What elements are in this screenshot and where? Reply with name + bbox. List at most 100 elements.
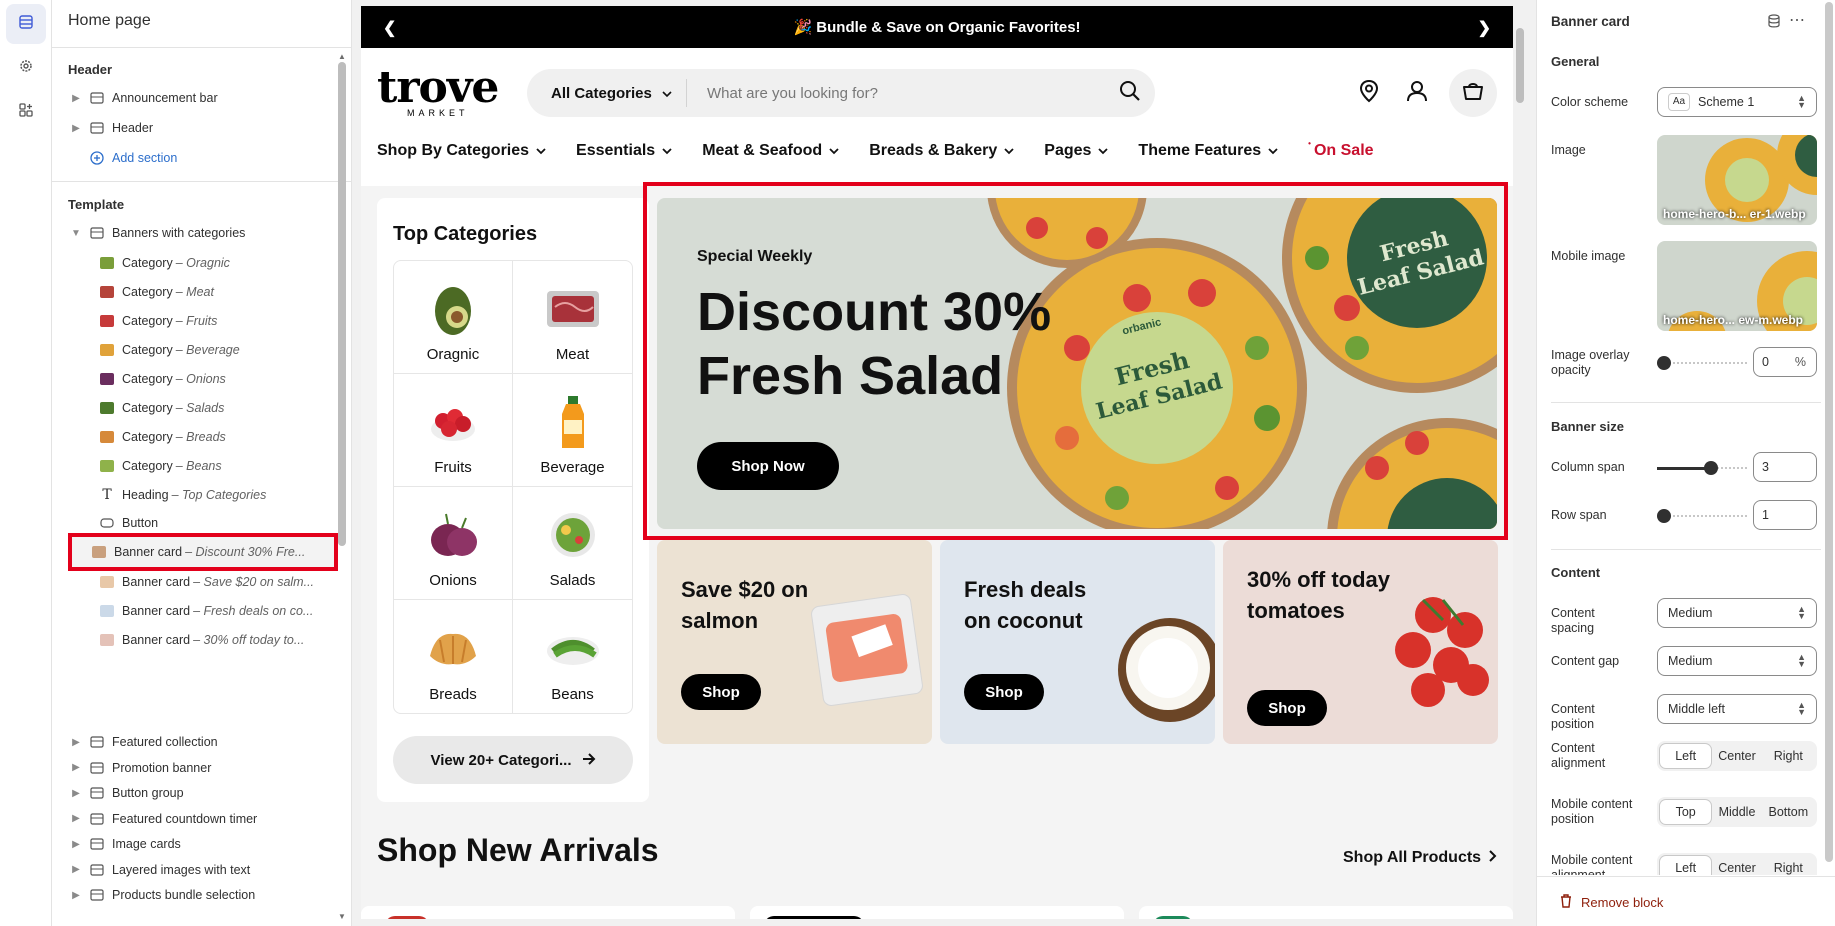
- row-span-slider[interactable]: [1657, 509, 1747, 523]
- category-select[interactable]: All Categories: [527, 79, 687, 107]
- chevron-right-icon[interactable]: ❯: [1478, 18, 1491, 38]
- align-left-option[interactable]: Left: [1660, 744, 1712, 768]
- remove-block-button[interactable]: Remove block: [1559, 893, 1663, 911]
- image-picker[interactable]: home-hero-b... er-1.webp: [1657, 135, 1817, 225]
- search-input[interactable]: What are you looking for?: [687, 85, 1105, 102]
- nav-item[interactable]: Breads & Bakery: [869, 142, 1014, 160]
- cart-button[interactable]: [1449, 69, 1497, 117]
- block-item[interactable]: Category – Fruits: [68, 307, 342, 335]
- preview-scrollbar[interactable]: [1516, 28, 1524, 103]
- promo-card-salmon[interactable]: Save $20 on salmon Shop: [657, 540, 932, 744]
- section-header[interactable]: ▶ Header: [68, 114, 342, 142]
- chevron-right-icon[interactable]: ▶: [68, 762, 84, 773]
- product-card[interactable]: [361, 906, 735, 919]
- category-tile[interactable]: Fruits: [394, 374, 513, 487]
- block-item[interactable]: Banner card – Fresh deals on co...: [68, 597, 342, 625]
- mobile-align-center-option[interactable]: Center: [1711, 856, 1762, 875]
- section-announcement-bar[interactable]: ▶ Announcement bar: [68, 84, 342, 112]
- scrollbar[interactable]: [338, 62, 346, 546]
- more-options-icon[interactable]: ⋯: [1789, 10, 1805, 30]
- settings-scrollbar[interactable]: [1825, 2, 1833, 862]
- database-icon[interactable]: [1767, 14, 1781, 33]
- category-tile[interactable]: Beans: [513, 600, 632, 713]
- section-item[interactable]: ▶ Promotion banner: [68, 754, 342, 782]
- row-span-input[interactable]: 1: [1753, 500, 1817, 530]
- content-position-select[interactable]: Middle left ▲ ▼: [1657, 694, 1817, 724]
- store-logo[interactable]: trove MARKET: [377, 66, 499, 119]
- block-item[interactable]: Banner card – 30% off today to...: [68, 626, 342, 654]
- chevron-right-icon[interactable]: ▶: [68, 788, 84, 799]
- mobile-middle-option[interactable]: Middle: [1711, 800, 1762, 824]
- block-item[interactable]: Category – Breads: [68, 423, 342, 451]
- category-tile[interactable]: Oragnic: [394, 261, 513, 374]
- nav-item[interactable]: Meat & Seafood: [702, 142, 839, 160]
- product-card[interactable]: [750, 906, 1124, 919]
- chevron-right-icon[interactable]: ▶: [68, 93, 84, 104]
- mobile-image-picker[interactable]: home-hero... ew-m.webp: [1657, 241, 1817, 331]
- slider-handle[interactable]: [1657, 356, 1671, 370]
- nav-item[interactable]: Essentials: [576, 142, 672, 160]
- chevron-right-icon[interactable]: ▶: [68, 839, 84, 850]
- category-tile[interactable]: Salads: [513, 487, 632, 600]
- scroll-down-icon[interactable]: ▼: [338, 912, 346, 921]
- mobile-bottom-option[interactable]: Bottom: [1763, 800, 1814, 824]
- nav-item[interactable]: Pages: [1044, 142, 1109, 160]
- account-button[interactable]: [1398, 74, 1436, 112]
- category-tile[interactable]: Meat: [513, 261, 632, 374]
- nav-item[interactable]: Theme Features: [1138, 142, 1278, 160]
- category-tile[interactable]: Onions: [394, 487, 513, 600]
- shop-button[interactable]: Shop: [681, 674, 761, 710]
- category-tile[interactable]: Beverage: [513, 374, 632, 487]
- chevron-right-icon[interactable]: ▶: [68, 890, 84, 901]
- mobile-top-option[interactable]: Top: [1660, 800, 1712, 824]
- block-item[interactable]: Category – Beverage: [68, 336, 342, 364]
- content-gap-select[interactable]: Medium ▲ ▼: [1657, 646, 1817, 676]
- column-span-input[interactable]: 3: [1753, 452, 1817, 482]
- chevron-right-icon[interactable]: ▶: [68, 737, 84, 748]
- block-item[interactable]: Banner card – Save $20 on salm...: [68, 568, 342, 596]
- slider-handle[interactable]: [1657, 509, 1671, 523]
- theme-settings-tab[interactable]: [6, 48, 46, 88]
- section-item[interactable]: ▶ Layered images with text: [68, 856, 342, 884]
- category-tile[interactable]: Breads: [394, 600, 513, 713]
- promo-card-coconut[interactable]: Fresh deals on coconut Shop: [940, 540, 1215, 744]
- overlay-opacity-slider[interactable]: [1657, 356, 1747, 370]
- store-locator-button[interactable]: [1350, 74, 1388, 112]
- product-card[interactable]: [1139, 906, 1513, 919]
- chevron-left-icon[interactable]: ❮: [383, 18, 396, 38]
- overlay-opacity-input[interactable]: 0 %: [1753, 347, 1817, 377]
- scroll-up-icon[interactable]: ▲: [338, 52, 346, 61]
- section-item[interactable]: ▶ Button group: [68, 779, 342, 807]
- add-section-button[interactable]: Add section: [68, 144, 342, 172]
- shop-all-products-link[interactable]: Shop All Products: [1343, 849, 1497, 867]
- column-span-slider[interactable]: [1657, 461, 1747, 475]
- apps-tab[interactable]: [6, 92, 46, 132]
- nav-item[interactable]: Shop By Categories: [377, 142, 546, 160]
- align-right-option[interactable]: Right: [1763, 744, 1814, 768]
- block-item[interactable]: Category – Onions: [68, 365, 342, 393]
- block-item[interactable]: Category – Oragnic: [68, 249, 342, 277]
- block-item[interactable]: Category – Beans: [68, 452, 342, 480]
- search-button[interactable]: [1105, 80, 1155, 107]
- chevron-right-icon[interactable]: ▶: [68, 813, 84, 824]
- align-center-option[interactable]: Center: [1711, 744, 1762, 768]
- section-item[interactable]: ▶ Products bundle selection: [68, 881, 342, 909]
- sections-tab[interactable]: [6, 4, 46, 44]
- chevron-right-icon[interactable]: ▶: [68, 123, 84, 134]
- chevron-right-icon[interactable]: ▶: [68, 864, 84, 875]
- section-item[interactable]: ▶ Featured collection: [68, 728, 342, 756]
- block-item[interactable]: Category – Meat: [68, 278, 342, 306]
- promo-card-tomatoes[interactable]: 30% off today tomatoes Shop: [1223, 540, 1498, 744]
- color-scheme-select[interactable]: Aa Scheme 1 ▲ ▼: [1657, 87, 1817, 117]
- mobile-align-left-option[interactable]: Left: [1660, 856, 1712, 875]
- shop-button[interactable]: Shop: [964, 674, 1044, 710]
- content-spacing-select[interactable]: Medium ▲ ▼: [1657, 598, 1817, 628]
- view-all-categories-button[interactable]: View 20+ Categori...: [393, 736, 633, 784]
- section-item[interactable]: ▶ Image cards: [68, 830, 342, 858]
- nav-item-on-sale[interactable]: • On Sale: [1308, 139, 1373, 160]
- shop-button[interactable]: Shop: [1247, 690, 1327, 726]
- block-item[interactable]: T Heading – Top Categories: [68, 481, 342, 509]
- block-item[interactable]: Category – Salads: [68, 394, 342, 422]
- mobile-align-right-option[interactable]: Right: [1763, 856, 1814, 875]
- slider-handle[interactable]: [1704, 461, 1718, 475]
